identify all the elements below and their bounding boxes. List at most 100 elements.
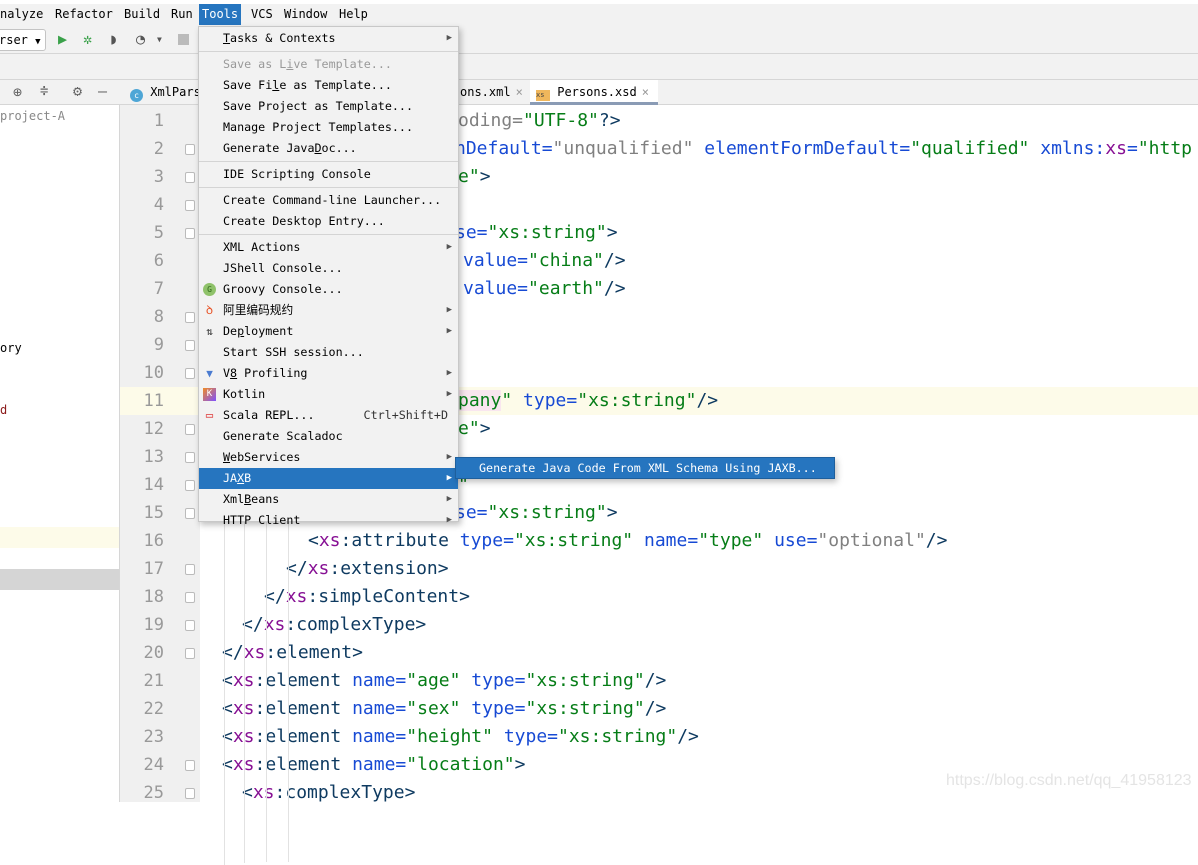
tab-persons-xml[interactable]: ons.xml × (454, 80, 523, 105)
code-token: > (352, 642, 363, 663)
run-configuration-select[interactable]: rser ▼ (0, 29, 46, 51)
fold-marker-icon[interactable] (185, 760, 195, 771)
menu-item-start-ssh-session[interactable]: Start SSH session... (199, 342, 458, 363)
line-number: 23 (143, 727, 164, 747)
xsd-file-icon: xs (536, 90, 550, 101)
code-token: :element (254, 726, 353, 747)
run-icon[interactable]: ▶ (58, 30, 67, 48)
menu-item-label: V8 Profiling (223, 366, 308, 380)
fold-marker-icon[interactable] (185, 368, 195, 379)
menu-item-label: Generate Scaladoc (223, 429, 343, 443)
menu-item-create-desktop-entry[interactable]: Create Desktop Entry... (199, 211, 458, 232)
menu-refactor[interactable]: Refactor (52, 4, 116, 25)
code-token: = (1126, 138, 1138, 159)
code-line: pany" type="xs:string"/> (458, 387, 718, 415)
menu-item-v8-profiling[interactable]: ▼ V8 Profiling ▶ (199, 363, 458, 384)
menu-separator (199, 187, 458, 188)
tree-item[interactable]: d (0, 403, 7, 417)
menu-bar: nalyze Refactor Build Run Tools VCS Wind… (0, 4, 1198, 26)
code-token: > (479, 166, 491, 187)
code-token: nDefault= (455, 138, 553, 159)
code-token: :complexType (285, 614, 416, 635)
profile-icon[interactable]: ◔ (136, 30, 145, 48)
menu-item-xml-actions[interactable]: XML Actions ▶ (199, 237, 458, 258)
fold-marker-icon[interactable] (185, 788, 195, 799)
menu-item-deployment[interactable]: ⇅ Deployment ▶ (199, 321, 458, 342)
menu-item-save-project-as-template[interactable]: Save Project as Template... (199, 96, 458, 117)
code-line: <xs:attribute type="xs:string" name="typ… (308, 527, 947, 555)
fold-marker-icon[interactable] (185, 228, 195, 239)
code-token: :element (254, 754, 353, 775)
menu-item-scala-repl[interactable]: ▭ Scala REPL... Ctrl+Shift+D (199, 405, 458, 426)
menu-item-label: XML Actions (223, 240, 301, 254)
menu-item-item[interactable]: ꝺ 阿里编码规约 ▶ (199, 300, 458, 321)
menu-item-generate-java-code-from-xml-schema[interactable]: Generate Java Code From XML Schema Using… (455, 457, 835, 479)
menu-item-generate-javadoc[interactable]: Generate JavaDoc... (199, 138, 458, 159)
menu-item-label: IDE Scripting Console (223, 167, 371, 181)
code-token: se= (455, 502, 488, 523)
coverage-icon[interactable]: ◗ (109, 30, 118, 48)
menu-item-kotlin[interactable]: K Kotlin ▶ (199, 384, 458, 405)
menu-item-jshell-console[interactable]: JShell Console... (199, 258, 458, 279)
menu-item-manage-project-templates[interactable]: Manage Project Templates... (199, 117, 458, 138)
fold-marker-icon[interactable] (185, 200, 195, 211)
fold-marker-icon[interactable] (185, 564, 195, 575)
menu-tools[interactable]: Tools (199, 4, 242, 25)
tree-item-selected[interactable] (0, 569, 119, 590)
menu-item-save-file-as-template[interactable]: Save File as Template... (199, 75, 458, 96)
collapse-all-icon[interactable]: ≑ (40, 83, 48, 99)
stop-icon[interactable] (178, 34, 189, 45)
fold-marker-icon[interactable] (185, 508, 195, 519)
minimize-icon[interactable]: — (98, 82, 107, 100)
code-token: :element (254, 698, 353, 719)
menu-item-jaxb[interactable]: JAXB ▶ (199, 468, 458, 489)
tree-item[interactable]: project-A (0, 109, 65, 123)
fold-marker-icon[interactable] (185, 144, 195, 155)
menu-build[interactable]: Build (121, 4, 163, 25)
fold-marker-icon[interactable] (185, 620, 195, 631)
fold-marker-icon[interactable] (185, 340, 195, 351)
gear-icon[interactable]: ⚙ (73, 82, 82, 100)
code-token: value= (463, 250, 529, 271)
fold-marker-icon[interactable] (185, 172, 195, 183)
menu-item-tasks-contexts[interactable]: Tasks & Contexts ▶ (199, 28, 458, 49)
menu-run[interactable]: Run (168, 4, 196, 25)
menu-item-groovy-console[interactable]: G Groovy Console... (199, 279, 458, 300)
close-icon[interactable]: × (516, 85, 523, 99)
menu-window[interactable]: Window (281, 4, 330, 25)
code-token: /> (603, 250, 626, 271)
code-token: "optional" (817, 530, 926, 551)
chevron-down-icon[interactable]: ▼ (157, 35, 162, 44)
fold-marker-icon[interactable] (185, 480, 195, 491)
code-line: </xs:extension> (286, 555, 449, 583)
tab-persons-xsd[interactable]: xs Persons.xsd × (530, 80, 658, 105)
tree-item[interactable]: ory (0, 341, 22, 355)
code-token: name= (352, 670, 407, 691)
menu-item-http-client[interactable]: HTTP Client ▶ (199, 510, 458, 531)
debug-icon[interactable]: ✲ (83, 30, 92, 48)
fold-marker-icon[interactable] (185, 648, 195, 659)
menu-vcs[interactable]: VCS (248, 4, 276, 25)
tab-xmlparser[interactable]: c XmlPars (124, 80, 204, 105)
menu-item-ide-scripting-console[interactable]: IDE Scripting Console (199, 164, 458, 185)
fold-marker-icon[interactable] (185, 452, 195, 463)
menu-item-generate-scaladoc[interactable]: Generate Scaladoc (199, 426, 458, 447)
locate-icon[interactable]: ⊕ (13, 83, 22, 101)
menu-item-xmlbeans[interactable]: XmlBeans ▶ (199, 489, 458, 510)
code-token: :element (254, 670, 353, 691)
menu-item-webservices[interactable]: WebServices ▶ (199, 447, 458, 468)
code-token: "qualified" (910, 138, 1030, 159)
code-token: xs (1105, 138, 1127, 159)
fold-marker-icon[interactable] (185, 424, 195, 435)
fold-marker-icon[interactable] (185, 592, 195, 603)
deployment-icon: ⇅ (206, 325, 213, 338)
close-icon[interactable]: × (642, 85, 649, 99)
menu-separator (199, 161, 458, 162)
menu-help[interactable]: Help (336, 4, 371, 25)
fold-marker-icon[interactable] (185, 312, 195, 323)
menu-item-create-command-line-launcher[interactable]: Create Command-line Launcher... (199, 190, 458, 211)
menu-item-label: Create Command-line Launcher... (223, 193, 442, 207)
menu-analyze[interactable]: nalyze (0, 4, 46, 25)
